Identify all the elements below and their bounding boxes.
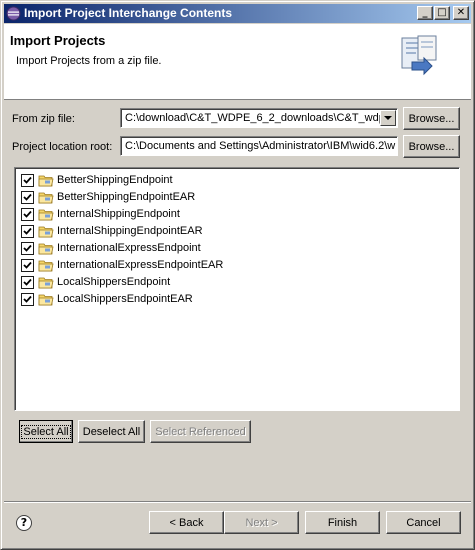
- zip-file-value: C:\download\C&T_WDPE_6_2_downloads\C&T_w…: [125, 112, 385, 124]
- project-checkbox[interactable]: [21, 174, 34, 187]
- folder-icon: [38, 260, 54, 272]
- finish-button[interactable]: Finish: [305, 511, 380, 534]
- minimize-button[interactable]: _: [417, 6, 433, 20]
- project-name: LocalShippersEndpointEAR: [57, 293, 193, 305]
- location-root-value: C:\Documents and Settings\Administrator\…: [125, 140, 396, 152]
- folder-icon: [38, 209, 54, 221]
- project-checkbox[interactable]: [21, 259, 34, 272]
- next-button[interactable]: Next >: [224, 511, 299, 534]
- title-bar[interactable]: Import Project Interchange Contents _ □ …: [4, 4, 471, 23]
- location-root-field[interactable]: C:\Documents and Settings\Administrator\…: [120, 136, 398, 156]
- import-wizard-icon: [401, 35, 437, 76]
- wizard-header: Import Projects Import Projects from a z…: [4, 24, 471, 100]
- chevron-down-icon[interactable]: [380, 110, 396, 126]
- folder-icon: [38, 192, 54, 204]
- project-name: InternalShippingEndpointEAR: [57, 225, 203, 237]
- select-referenced-button[interactable]: Select Referenced: [150, 420, 251, 443]
- location-root-label: Project location root:: [12, 141, 113, 153]
- project-checklist[interactable]: BetterShippingEndpoint BetterShippingEndp…: [14, 167, 460, 411]
- zip-file-combo[interactable]: C:\download\C&T_WDPE_6_2_downloads\C&T_w…: [120, 108, 398, 128]
- folder-icon: [38, 277, 54, 289]
- project-checkbox[interactable]: [21, 276, 34, 289]
- page-description: Import Projects from a zip file.: [16, 55, 162, 67]
- project-name: BetterShippingEndpointEAR: [57, 191, 196, 203]
- window-title: Import Project Interchange Contents: [24, 6, 233, 20]
- project-name: InternationalExpressEndpointEAR: [57, 259, 224, 271]
- close-button[interactable]: ✕: [453, 6, 469, 20]
- zip-browse-button[interactable]: Browse...: [403, 107, 460, 130]
- project-name: BetterShippingEndpoint: [57, 174, 173, 186]
- project-checkbox[interactable]: [21, 242, 34, 255]
- zip-file-label: From zip file:: [12, 113, 75, 125]
- project-name: InternationalExpressEndpoint: [57, 242, 201, 254]
- location-browse-button[interactable]: Browse...: [403, 135, 460, 158]
- project-name: LocalShippersEndpoint: [57, 276, 171, 288]
- select-all-button[interactable]: Select All: [19, 420, 73, 443]
- import-dialog: Import Project Interchange Contents _ □ …: [0, 0, 475, 550]
- help-icon[interactable]: ?: [16, 515, 32, 531]
- folder-icon: [38, 226, 54, 238]
- page-title: Import Projects: [10, 33, 106, 48]
- project-checkbox[interactable]: [21, 225, 34, 238]
- back-button[interactable]: < Back: [149, 511, 224, 534]
- folder-icon: [38, 243, 54, 255]
- folder-icon: [38, 175, 54, 187]
- project-checkbox[interactable]: [21, 191, 34, 204]
- maximize-button[interactable]: □: [434, 6, 450, 20]
- folder-icon: [38, 294, 54, 306]
- project-checkbox[interactable]: [21, 293, 34, 306]
- project-checkbox[interactable]: [21, 208, 34, 221]
- project-name: InternalShippingEndpoint: [57, 208, 180, 220]
- deselect-all-button[interactable]: Deselect All: [78, 420, 145, 443]
- footer-divider-highlight: [4, 502, 471, 503]
- eclipse-icon: [6, 6, 21, 21]
- cancel-button[interactable]: Cancel: [386, 511, 461, 534]
